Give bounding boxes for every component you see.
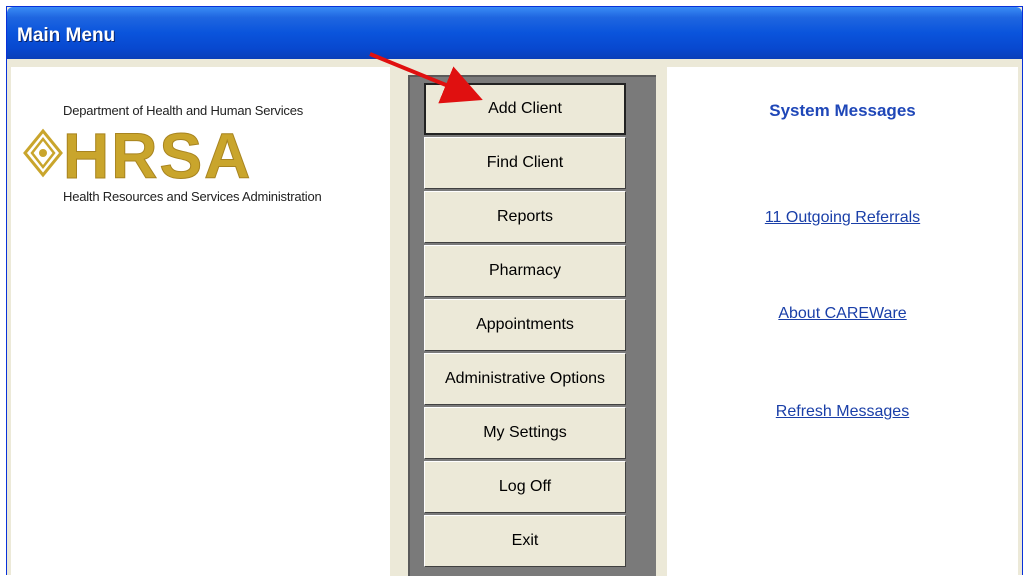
outgoing-referrals-link[interactable]: 11 Outgoing Referrals	[667, 209, 1018, 227]
add-client-button[interactable]: Add Client	[424, 83, 626, 135]
pharmacy-button[interactable]: Pharmacy	[424, 245, 626, 297]
about-careware-link[interactable]: About CAREWare	[667, 305, 1018, 323]
logo-wordmark: HRSA	[63, 123, 252, 183]
appointments-button[interactable]: Appointments	[424, 299, 626, 351]
main-menu-window: Main Menu Department of Health and Human…	[6, 6, 1023, 576]
log-off-button[interactable]: Log Off	[424, 461, 626, 513]
find-client-button[interactable]: Find Client	[424, 137, 626, 189]
my-settings-button[interactable]: My Settings	[424, 407, 626, 459]
system-messages-panel: System Messages 11 Outgoing Referrals Ab…	[667, 67, 1018, 576]
logo-department-text: Department of Health and Human Services	[63, 103, 304, 118]
logo-panel: Department of Health and Human Services …	[11, 67, 390, 576]
system-messages-title: System Messages	[769, 101, 916, 120]
hrsa-logo: HRSA	[23, 123, 252, 183]
reports-button[interactable]: Reports	[424, 191, 626, 243]
refresh-messages-link[interactable]: Refresh Messages	[667, 403, 1018, 421]
main-content: Department of Health and Human Services …	[11, 67, 1018, 576]
logo-agency-text: Health Resources and Services Administra…	[63, 189, 322, 204]
window-title: Main Menu	[17, 25, 116, 46]
gutter-right	[656, 67, 667, 576]
diamond-icon	[23, 128, 63, 178]
gutter	[390, 67, 408, 576]
administrative-options-button[interactable]: Administrative Options	[424, 353, 626, 405]
menu-button-panel: Add Client Find Client Reports Pharmacy …	[408, 75, 656, 576]
exit-button[interactable]: Exit	[424, 515, 626, 567]
title-bar: Main Menu	[7, 7, 1022, 59]
